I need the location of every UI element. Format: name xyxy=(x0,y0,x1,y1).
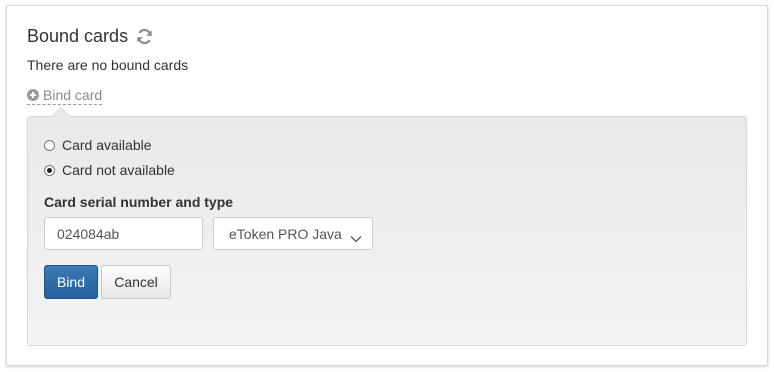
option-card-available[interactable]: Card available xyxy=(44,137,152,153)
refresh-icon[interactable] xyxy=(136,28,153,45)
bind-card-form: Card available Card not available Card s… xyxy=(27,116,747,346)
cancel-button[interactable]: Cancel xyxy=(101,265,171,299)
card-type-value: eToken PRO Java xyxy=(229,225,342,242)
bound-cards-panel: Bound cards There are no bound cards Bin… xyxy=(6,5,768,366)
option-label-card-available: Card available xyxy=(62,137,152,153)
serial-field-label: Card serial number and type xyxy=(44,194,234,210)
plus-circle-icon xyxy=(27,89,39,101)
option-label-card-not-available: Card not available xyxy=(62,162,175,178)
popover-caret-fill xyxy=(52,108,70,117)
card-type-select[interactable]: eToken PRO Java xyxy=(213,217,373,250)
radio-card-not-available[interactable] xyxy=(44,164,55,176)
bind-button[interactable]: Bind xyxy=(44,265,98,299)
option-card-not-available[interactable]: Card not available xyxy=(44,162,175,178)
radio-card-available[interactable] xyxy=(44,139,55,151)
bind-card-link[interactable]: Bind card xyxy=(27,87,103,105)
chevron-down-icon xyxy=(350,230,362,242)
empty-message: There are no bound cards xyxy=(27,57,189,73)
bind-card-label: Bind card xyxy=(43,87,103,103)
panel-header: Bound cards xyxy=(27,26,153,47)
serial-number-input[interactable] xyxy=(44,217,203,250)
panel-title: Bound cards xyxy=(27,26,129,46)
